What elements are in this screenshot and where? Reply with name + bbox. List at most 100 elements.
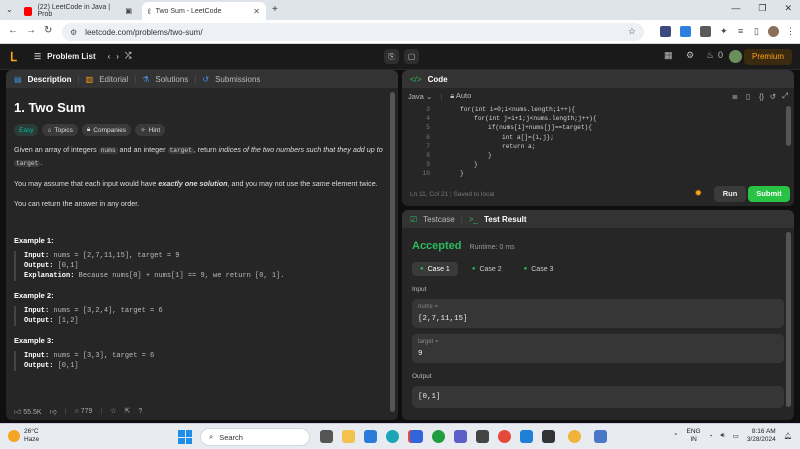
editor-status: Ln 11, Col 21 | Saved to local xyxy=(410,191,495,198)
file-explorer-icon[interactable] xyxy=(342,430,355,443)
window-close-icon[interactable]: ✕ xyxy=(784,3,792,14)
app-icon[interactable] xyxy=(542,430,555,443)
result-content: Accepted Runtime: 0 ms ● Case 1 ● Case 2 ●… xyxy=(402,240,794,408)
reset-icon[interactable]: ↺ xyxy=(770,92,776,101)
hint-tag[interactable]: ✧ Hint xyxy=(135,124,166,136)
extension-icon[interactable] xyxy=(700,26,711,37)
reload-icon[interactable]: ↻ xyxy=(44,25,52,36)
tab-description[interactable]: Description xyxy=(28,75,72,84)
browser-tab-bar: ⌄ (22) LeetCode in Java | Prob ▣ ✕ ℓ Two… xyxy=(0,0,800,20)
user-avatar[interactable] xyxy=(729,50,742,63)
xbox-icon[interactable] xyxy=(432,430,445,443)
shuffle-icon[interactable]: ⤮ xyxy=(125,51,131,61)
task-view-icon[interactable] xyxy=(320,430,333,443)
dislike-button[interactable]: 👎︎ xyxy=(50,407,57,416)
battery-icon[interactable]: ▭ xyxy=(733,432,739,440)
like-button[interactable]: 👍︎ 55.5K xyxy=(14,407,42,416)
chrome-active-icon[interactable] xyxy=(568,430,581,443)
restore-icon[interactable]: ❐ xyxy=(758,3,766,14)
close-icon[interactable]: ✕ xyxy=(253,7,260,16)
braces-icon[interactable]: {} xyxy=(759,92,764,101)
tab-submissions[interactable]: Submissions xyxy=(215,75,260,84)
browser-menu-icon[interactable]: ⋮ xyxy=(786,26,797,37)
bookmark-star-icon[interactable]: ☆ xyxy=(628,26,636,37)
problem-list-nav[interactable]: ☰ Problem List ‹ › ⤮ xyxy=(34,51,131,61)
layout-grid-icon[interactable]: ▦ xyxy=(664,50,673,61)
volume-icon[interactable]: 🔊︎ xyxy=(721,432,725,440)
inline-code: nums xyxy=(98,147,118,154)
result-scrollbar[interactable] xyxy=(786,232,791,407)
windows-start-icon[interactable] xyxy=(178,430,192,444)
share-icon[interactable]: ⇱ xyxy=(125,407,131,415)
tab-solutions[interactable]: Solutions xyxy=(155,75,188,84)
url-field[interactable]: ⚙ leetcode.com/problems/two-sum/ ☆ xyxy=(62,23,644,41)
leetcode-logo-icon[interactable]: ᒪ xyxy=(10,50,22,64)
companies-label: Companies xyxy=(93,126,127,134)
weather-widget[interactable]: 26°C Haze xyxy=(8,428,39,444)
code-editor[interactable]: 3 for(int i=0;i<nums.length;i++){4 for(int… xyxy=(402,104,794,182)
app-icon[interactable] xyxy=(476,430,489,443)
tab-testcase[interactable]: Testcase xyxy=(423,215,455,224)
sidebar-icon[interactable]: ▯ xyxy=(754,26,765,37)
run-button[interactable]: Run xyxy=(714,186,746,202)
wifi-icon[interactable]: ◔ xyxy=(709,433,713,440)
new-tab-icon[interactable]: + xyxy=(272,4,278,15)
back-icon[interactable]: ← xyxy=(8,25,18,36)
site-info-icon[interactable]: ⚙ xyxy=(70,28,77,37)
format-icon[interactable]: ≣ xyxy=(732,92,738,101)
chrome-icon[interactable] xyxy=(498,430,511,443)
streak-fire-icon[interactable]: ♨ xyxy=(706,50,714,61)
code-scrollbar[interactable] xyxy=(786,106,791,146)
fullscreen-icon[interactable]: ⤢ xyxy=(782,91,788,101)
extension-icon[interactable] xyxy=(660,26,671,37)
ms-store-icon[interactable] xyxy=(410,430,423,443)
extensions-puzzle-icon[interactable]: ✦ xyxy=(720,26,731,37)
minimize-icon[interactable]: — xyxy=(731,3,740,14)
code-line: } xyxy=(460,170,464,178)
companies-tag[interactable]: 🔒︎ Companies xyxy=(81,124,132,136)
case-3-tab[interactable]: ● Case 3 xyxy=(516,262,562,276)
description-scrollbar[interactable] xyxy=(390,92,395,412)
tab-test-result[interactable]: Test Result xyxy=(484,215,527,224)
debug-button[interactable]: ⎘ xyxy=(384,49,399,64)
debug-bug-icon[interactable]: ✹ xyxy=(694,188,702,199)
description-icon: ▤ xyxy=(14,74,22,84)
settings-gear-icon[interactable]: ⚙ xyxy=(686,50,694,61)
tab-search-chevron-icon[interactable]: ⌄ xyxy=(6,5,13,14)
edge-browser-icon[interactable] xyxy=(386,430,399,443)
browser-tab-leetcode[interactable]: ℓ Two Sum - LeetCode ✕ xyxy=(142,2,266,20)
bookmark-icon[interactable]: ▯ xyxy=(746,92,750,101)
reading-list-icon[interactable]: ≡ xyxy=(738,26,749,37)
topics-tag[interactable]: ⌂ Topics xyxy=(42,124,78,136)
taskbar-search[interactable]: ⌕ Search xyxy=(200,428,310,446)
extension-icon[interactable] xyxy=(680,26,691,37)
next-problem-icon[interactable]: › xyxy=(116,52,119,61)
calendar-app-icon[interactable] xyxy=(364,430,377,443)
case-1-tab[interactable]: ● Case 1 xyxy=(412,262,458,276)
language-indicator[interactable]: ENG IN xyxy=(687,428,701,444)
vscode-icon[interactable] xyxy=(520,430,533,443)
forward-icon[interactable]: → xyxy=(26,25,36,36)
teams-icon[interactable] xyxy=(454,430,467,443)
close-icon[interactable]: ✕ xyxy=(125,7,132,16)
premium-button[interactable]: Premium xyxy=(743,49,792,65)
language-select[interactable]: Java ⌄ xyxy=(408,92,432,101)
notes-button[interactable]: ▢ xyxy=(404,49,419,64)
submit-button[interactable]: Submit xyxy=(748,186,790,202)
tab-editorial[interactable]: Editorial xyxy=(99,75,128,84)
browser-tab-youtube[interactable]: (22) LeetCode in Java | Prob ▣ ✕ xyxy=(18,2,138,20)
clock-time: 8:16 AM xyxy=(751,428,776,435)
difficulty-badge: Easy xyxy=(14,124,39,136)
notification-bell-icon[interactable]: 🔔︎ xyxy=(784,432,792,440)
case-2-tab[interactable]: ● Case 2 xyxy=(464,262,510,276)
comments-button[interactable]: ○ 779 xyxy=(75,408,93,415)
favorite-star-icon[interactable]: ☆ xyxy=(110,407,116,415)
profile-avatar[interactable] xyxy=(768,26,779,37)
help-icon[interactable]: ? xyxy=(138,408,142,415)
prev-problem-icon[interactable]: ‹ xyxy=(108,52,111,61)
weather-condition: Haze xyxy=(24,436,40,443)
clock[interactable]: 8:16 AM 3/28/2024 xyxy=(747,428,776,444)
app-icon[interactable] xyxy=(594,430,607,443)
autocomplete-toggle[interactable]: 🔒︎ Auto xyxy=(450,91,471,101)
tray-overflow-icon[interactable]: ⌃ xyxy=(673,432,678,440)
